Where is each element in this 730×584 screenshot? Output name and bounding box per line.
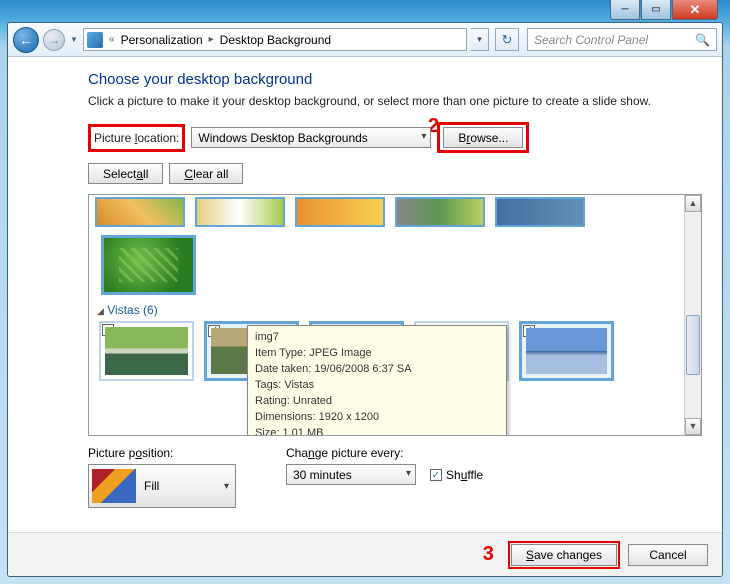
tooltip-line: Date taken: 19/06/2008 6:37 SA	[255, 362, 499, 378]
wallpaper-thumb[interactable]	[195, 197, 285, 227]
wallpaper-thumb[interactable]	[495, 197, 585, 227]
personalization-icon	[87, 32, 103, 48]
browse-highlight: Browse...	[437, 122, 529, 153]
minimize-button[interactable]: ─	[610, 0, 640, 20]
search-input[interactable]: Search Control Panel 🔍	[527, 28, 717, 51]
shuffle-checkbox[interactable]: ✓ Shuffle	[430, 468, 483, 482]
footer: 3 Save changes Cancel	[8, 532, 722, 576]
wallpaper-thumb[interactable]	[295, 197, 385, 227]
picture-location-label: Picture location:	[94, 131, 179, 145]
close-button[interactable]: ✕	[672, 0, 718, 20]
address-bar[interactable]: « Personalization ▸ Desktop Background	[83, 28, 467, 51]
collapse-icon: ◢	[97, 306, 104, 316]
nav-history-dropdown[interactable]: ▼	[69, 35, 79, 44]
gallery-scrollbar[interactable]: ▲ ▼	[684, 195, 701, 435]
back-button[interactable]: ←	[13, 27, 39, 53]
select-all-button[interactable]: Select all	[88, 163, 163, 184]
change-every-combo[interactable]: 30 minutes	[286, 464, 416, 485]
tooltip-line: Rating: Unrated	[255, 394, 499, 410]
wallpaper-thumb-selected[interactable]	[101, 235, 196, 295]
scroll-up-icon[interactable]: ▲	[685, 195, 701, 212]
page-title: Choose your desktop background	[88, 71, 702, 88]
save-changes-button[interactable]: Save changes	[511, 544, 617, 566]
wallpaper-thumb[interactable]	[99, 321, 194, 381]
checkbox-icon: ✓	[430, 469, 442, 481]
change-every-label: Change picture every:	[286, 446, 483, 460]
position-value: Fill	[144, 479, 159, 493]
tooltip-line: Item Type: JPEG Image	[255, 346, 499, 362]
save-highlight: Save changes	[508, 541, 620, 569]
picture-location-highlight: Picture location:	[88, 124, 185, 152]
tooltip-line: img7	[255, 330, 499, 346]
forward-button[interactable]: →	[43, 29, 65, 51]
breadcrumb-item[interactable]: Desktop Background	[220, 33, 331, 47]
tooltip-line: Tags: Vistas	[255, 378, 499, 394]
scroll-down-icon[interactable]: ▼	[685, 418, 701, 435]
picture-position-label: Picture position:	[88, 446, 236, 460]
wallpaper-thumb[interactable]	[395, 197, 485, 227]
wallpaper-thumb[interactable]	[95, 197, 185, 227]
picture-position-combo[interactable]: Fill	[88, 464, 236, 508]
breadcrumb-chevron: «	[107, 34, 117, 45]
picture-location-combo[interactable]: Windows Desktop Backgrounds	[191, 127, 431, 148]
wallpaper-thumb-selected[interactable]: ✓	[519, 321, 614, 381]
page-subtitle: Click a picture to make it your desktop …	[88, 94, 702, 108]
cancel-button[interactable]: Cancel	[628, 544, 708, 566]
nav-bar: ← → ▼ « Personalization ▸ Desktop Backgr…	[8, 23, 722, 57]
clear-all-button[interactable]: Clear all	[169, 163, 243, 184]
explorer-window: ← → ▼ « Personalization ▸ Desktop Backgr…	[7, 22, 723, 577]
shuffle-label: Shuffle	[446, 468, 483, 482]
position-preview-icon	[92, 469, 136, 503]
wallpaper-gallery: ◢ Vistas (6) ✓ ✓ ✓ ✓ img7 Item Type: JPE…	[88, 194, 702, 436]
address-dropdown[interactable]: ▾	[471, 28, 489, 51]
refresh-button[interactable]: ↻	[495, 28, 519, 51]
tooltip-line: Dimensions: 1920 x 1200	[255, 410, 499, 426]
category-vistas[interactable]: ◢ Vistas (6)	[97, 303, 695, 317]
tooltip-line: Size: 1,01 MB	[255, 426, 499, 436]
chevron-right-icon: ▸	[207, 34, 216, 45]
browse-button[interactable]: Browse...	[443, 127, 523, 148]
search-icon: 🔍	[695, 33, 710, 47]
scroll-thumb[interactable]	[686, 315, 700, 375]
annotation-3: 3	[483, 543, 494, 566]
search-placeholder: Search Control Panel	[534, 33, 648, 47]
thumbnail-tooltip: img7 Item Type: JPEG Image Date taken: 1…	[247, 325, 507, 436]
breadcrumb-item[interactable]: Personalization	[121, 33, 203, 47]
maximize-button[interactable]: ▭	[641, 0, 671, 20]
